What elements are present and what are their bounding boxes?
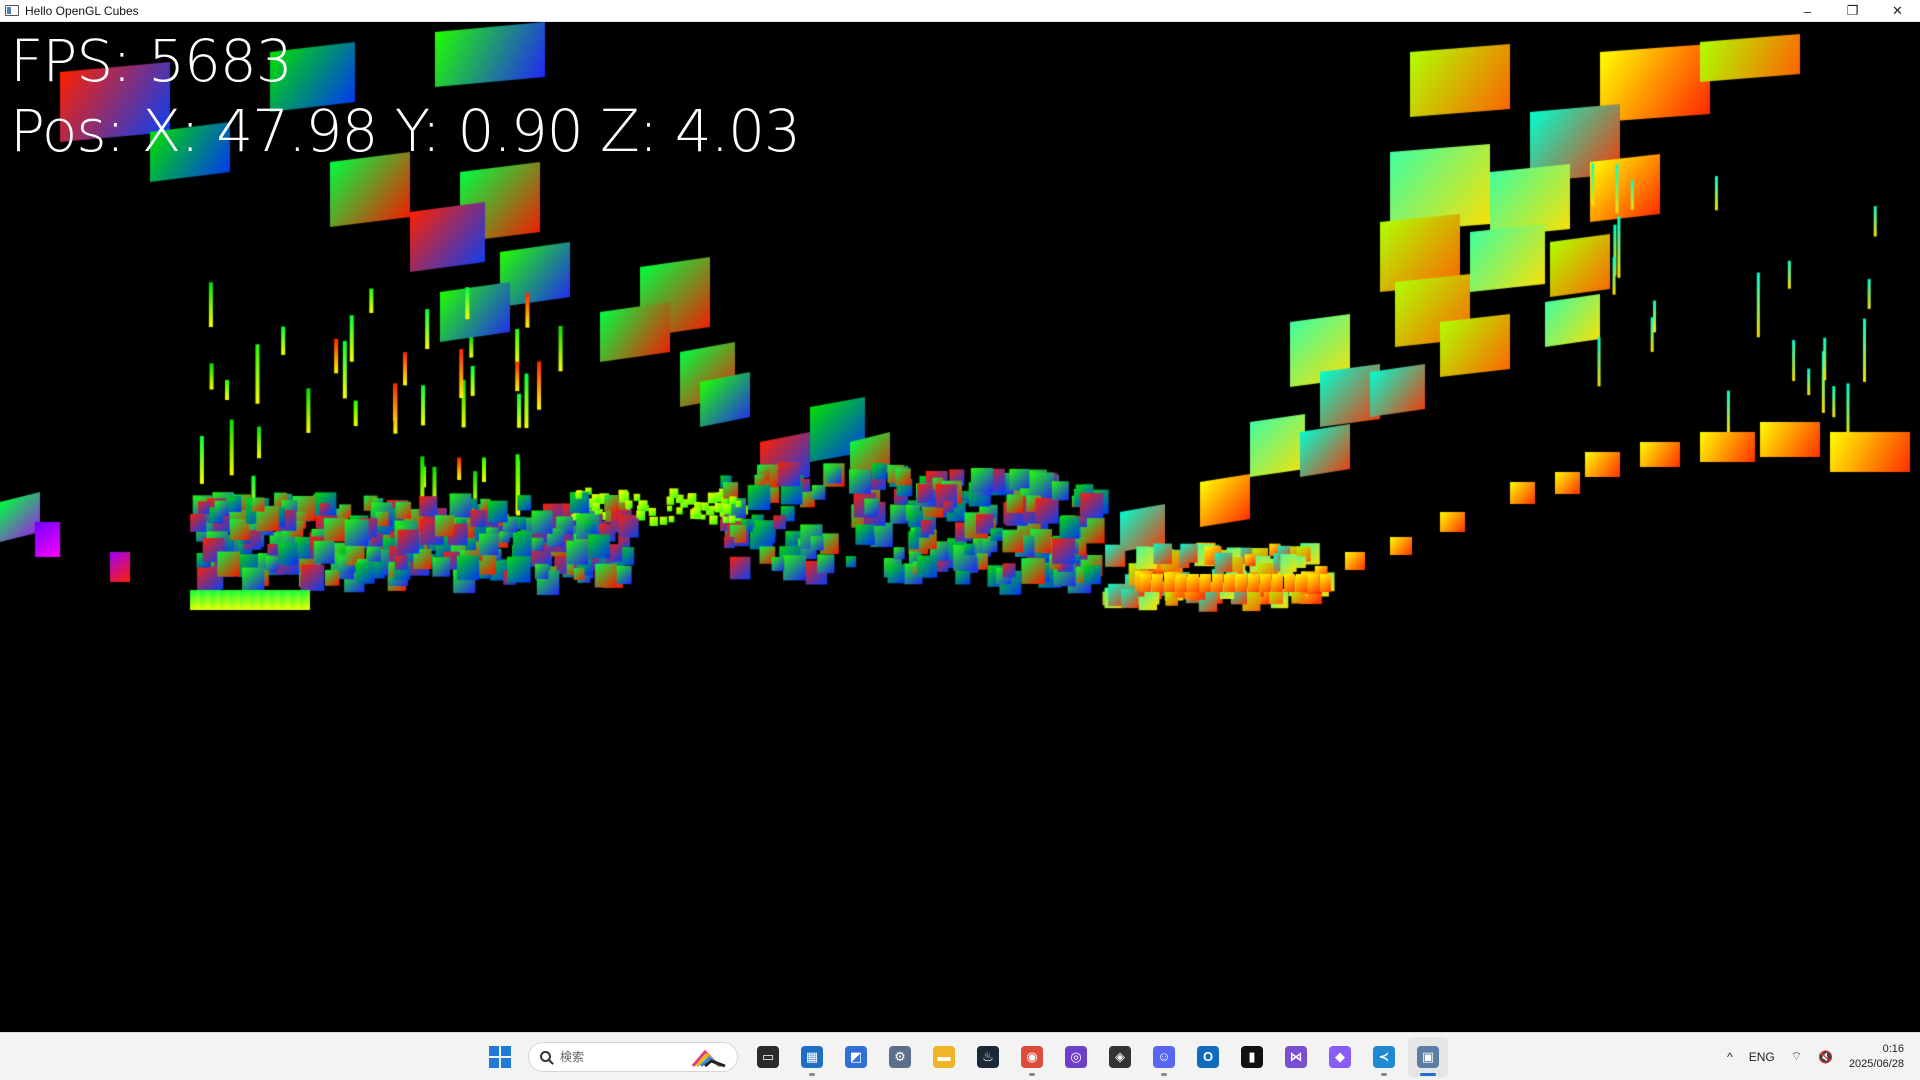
- taskbar: 検索 ▭ ▦ ◩ ⚙ ▬ ♨ ◉ ◎ ◈ ☺ O ▮ ⋈ ◆ ≺ ▣ ^ ENG ⌔ 🔇 0:16 2025/…: [0, 1032, 1920, 1080]
- cube-scene-canvas[interactable]: [0, 22, 1920, 1032]
- clock[interactable]: 0:16 2025/06/28: [1849, 1042, 1904, 1072]
- taskbar-app-discord[interactable]: ☺: [1144, 1037, 1184, 1077]
- window-controls: – ❐ ✕: [1785, 0, 1920, 22]
- terminal-icon: ▮: [1241, 1045, 1263, 1068]
- fps-readout: FPS: 5683: [10, 27, 293, 95]
- steam-icon: ♨: [977, 1045, 999, 1068]
- render-viewport[interactable]: FPS: 5683 Pos: X: 47.98 Y: 0.90 Z: 4.03: [0, 22, 1920, 1032]
- taskbar-app-file-explorer[interactable]: ▬: [924, 1037, 964, 1077]
- taskbar-app-settings[interactable]: ⚙: [880, 1037, 920, 1077]
- window-title: Hello OpenGL Cubes: [25, 3, 139, 18]
- vscode-icon: ≺: [1373, 1045, 1395, 1068]
- unity-hub-icon: ◈: [1109, 1045, 1131, 1068]
- system-tray: ^ ENG ⌔ 🔇 0:16 2025/06/28: [1719, 1033, 1920, 1080]
- taskbar-app-chrome[interactable]: ◉: [1012, 1037, 1052, 1077]
- taskbar-app-opengl-cubes[interactable]: ▣: [1408, 1036, 1448, 1077]
- tool-app-icon: ◩: [845, 1045, 867, 1068]
- settings-icon: ⚙: [889, 1045, 911, 1068]
- rider-like-icon: ◆: [1329, 1045, 1351, 1068]
- running-indicator: [1420, 1072, 1436, 1076]
- file-explorer-icon: ▬: [933, 1045, 955, 1068]
- taskbar-search[interactable]: 検索: [528, 1041, 738, 1072]
- search-icon: [540, 1051, 551, 1062]
- minimize-button[interactable]: –: [1785, 0, 1830, 22]
- running-indicator: [1029, 1072, 1035, 1076]
- taskbar-app-outlook[interactable]: O: [1188, 1037, 1228, 1077]
- tray-overflow-chevron-icon[interactable]: ^: [1727, 1050, 1733, 1064]
- clock-time: 0:16: [1882, 1042, 1904, 1055]
- pinned-apps: ▭ ▦ ◩ ⚙ ▬ ♨ ◉ ◎ ◈ ☺ O ▮ ⋈ ◆ ≺ ▣: [746, 1036, 1450, 1077]
- app-icon: [5, 5, 19, 16]
- running-indicator: [1381, 1072, 1387, 1076]
- photos-icon: ▦: [801, 1045, 823, 1068]
- task-view-icon: ▭: [757, 1045, 779, 1068]
- taskbar-app-unity-hub[interactable]: ◈: [1100, 1037, 1140, 1077]
- taskbar-app-task-view[interactable]: ▭: [748, 1037, 788, 1077]
- position-readout: Pos: X: 47.98 Y: 0.90 Z: 4.03: [10, 97, 801, 165]
- visual-studio-icon: ⋈: [1285, 1045, 1307, 1068]
- taskbar-app-visual-studio[interactable]: ⋈: [1276, 1037, 1316, 1077]
- volume-muted-icon[interactable]: 🔇: [1818, 1050, 1833, 1064]
- search-highlight-icon: [691, 1049, 726, 1067]
- taskbar-app-github-desktop[interactable]: ◎: [1056, 1037, 1096, 1077]
- running-indicator: [809, 1072, 815, 1076]
- outlook-icon: O: [1197, 1045, 1219, 1068]
- discord-icon: ☺: [1153, 1045, 1175, 1068]
- wifi-icon[interactable]: ⌔: [1791, 1049, 1802, 1064]
- close-button[interactable]: ✕: [1875, 0, 1920, 22]
- opengl-cubes-icon: ▣: [1417, 1045, 1439, 1068]
- start-button[interactable]: [480, 1037, 520, 1077]
- clock-date: 2025/06/28: [1848, 1057, 1904, 1070]
- title-bar[interactable]: Hello OpenGL Cubes – ❐ ✕: [0, 0, 1920, 22]
- taskbar-app-terminal[interactable]: ▮: [1232, 1037, 1272, 1077]
- running-indicator: [1161, 1072, 1167, 1076]
- taskbar-apps: 検索 ▭ ▦ ◩ ⚙ ▬ ♨ ◉ ◎ ◈ ☺ O ▮ ⋈ ◆ ≺ ▣: [480, 1033, 1450, 1080]
- restore-button[interactable]: ❐: [1830, 0, 1875, 22]
- taskbar-app-steam[interactable]: ♨: [968, 1037, 1008, 1077]
- taskbar-app-rider-like[interactable]: ◆: [1320, 1037, 1360, 1077]
- chrome-icon: ◉: [1021, 1045, 1043, 1068]
- taskbar-app-tool-app[interactable]: ◩: [836, 1037, 876, 1077]
- search-placeholder: 検索: [560, 1050, 585, 1064]
- windows-logo-icon: [489, 1045, 511, 1068]
- app-window: Hello OpenGL Cubes – ❐ ✕ FPS: 5683 Pos: …: [0, 0, 1920, 1032]
- github-desktop-icon: ◎: [1065, 1045, 1087, 1068]
- taskbar-app-photos[interactable]: ▦: [792, 1037, 832, 1077]
- taskbar-app-vscode[interactable]: ≺: [1364, 1037, 1404, 1077]
- language-indicator[interactable]: ENG: [1749, 1050, 1775, 1064]
